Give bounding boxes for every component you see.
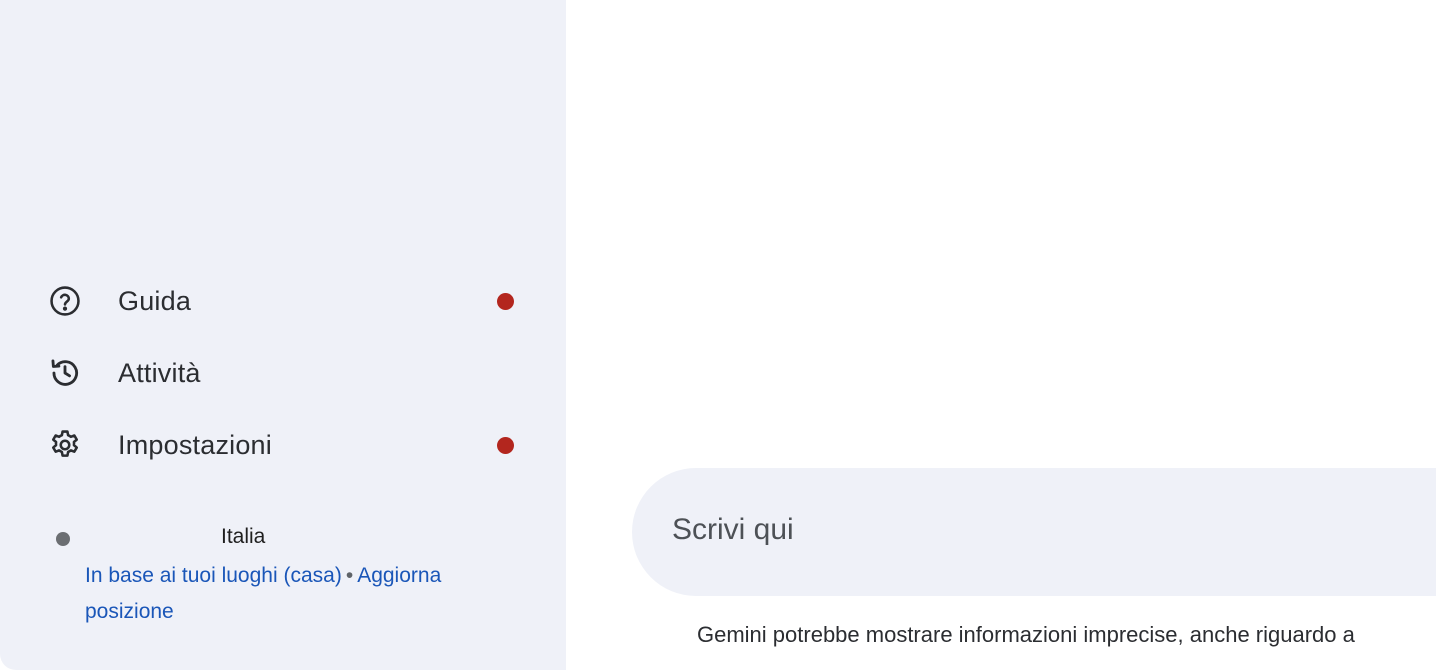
location-country: Italia <box>221 525 266 548</box>
location-separator: • <box>345 564 354 587</box>
location-dot-icon <box>56 532 70 546</box>
sidebar-item-label: Impostazioni <box>118 430 272 460</box>
location-source-link[interactable]: In base ai tuoi luoghi (casa) <box>85 564 342 587</box>
main-content: Gemini potrebbe mostrare informazioni im… <box>566 0 1436 670</box>
location-links: In base ai tuoi luoghi (casa) • Aggiorna p… <box>85 558 515 630</box>
disclaimer-text: Gemini potrebbe mostrare informazioni im… <box>697 622 1355 647</box>
sidebar-item-label: Guida <box>118 286 192 316</box>
prompt-input-container[interactable] <box>632 468 1436 596</box>
gear-icon <box>48 428 82 462</box>
notification-dot <box>497 437 514 454</box>
sidebar: Guida Attività Impostazioni Italia In ba… <box>0 0 566 670</box>
help-circle-icon <box>48 284 82 318</box>
prompt-input[interactable] <box>672 512 1372 548</box>
sidebar-item-label: Attività <box>118 358 201 388</box>
history-icon <box>48 356 82 390</box>
sidebar-item-guida[interactable]: Guida <box>0 270 566 330</box>
notification-dot <box>497 293 514 310</box>
sidebar-item-impostazioni[interactable]: Impostazioni <box>0 414 566 474</box>
sidebar-item-attivita[interactable]: Attività <box>0 342 566 402</box>
gemini-app: Guida Attività Impostazioni Italia In ba… <box>0 0 1436 670</box>
